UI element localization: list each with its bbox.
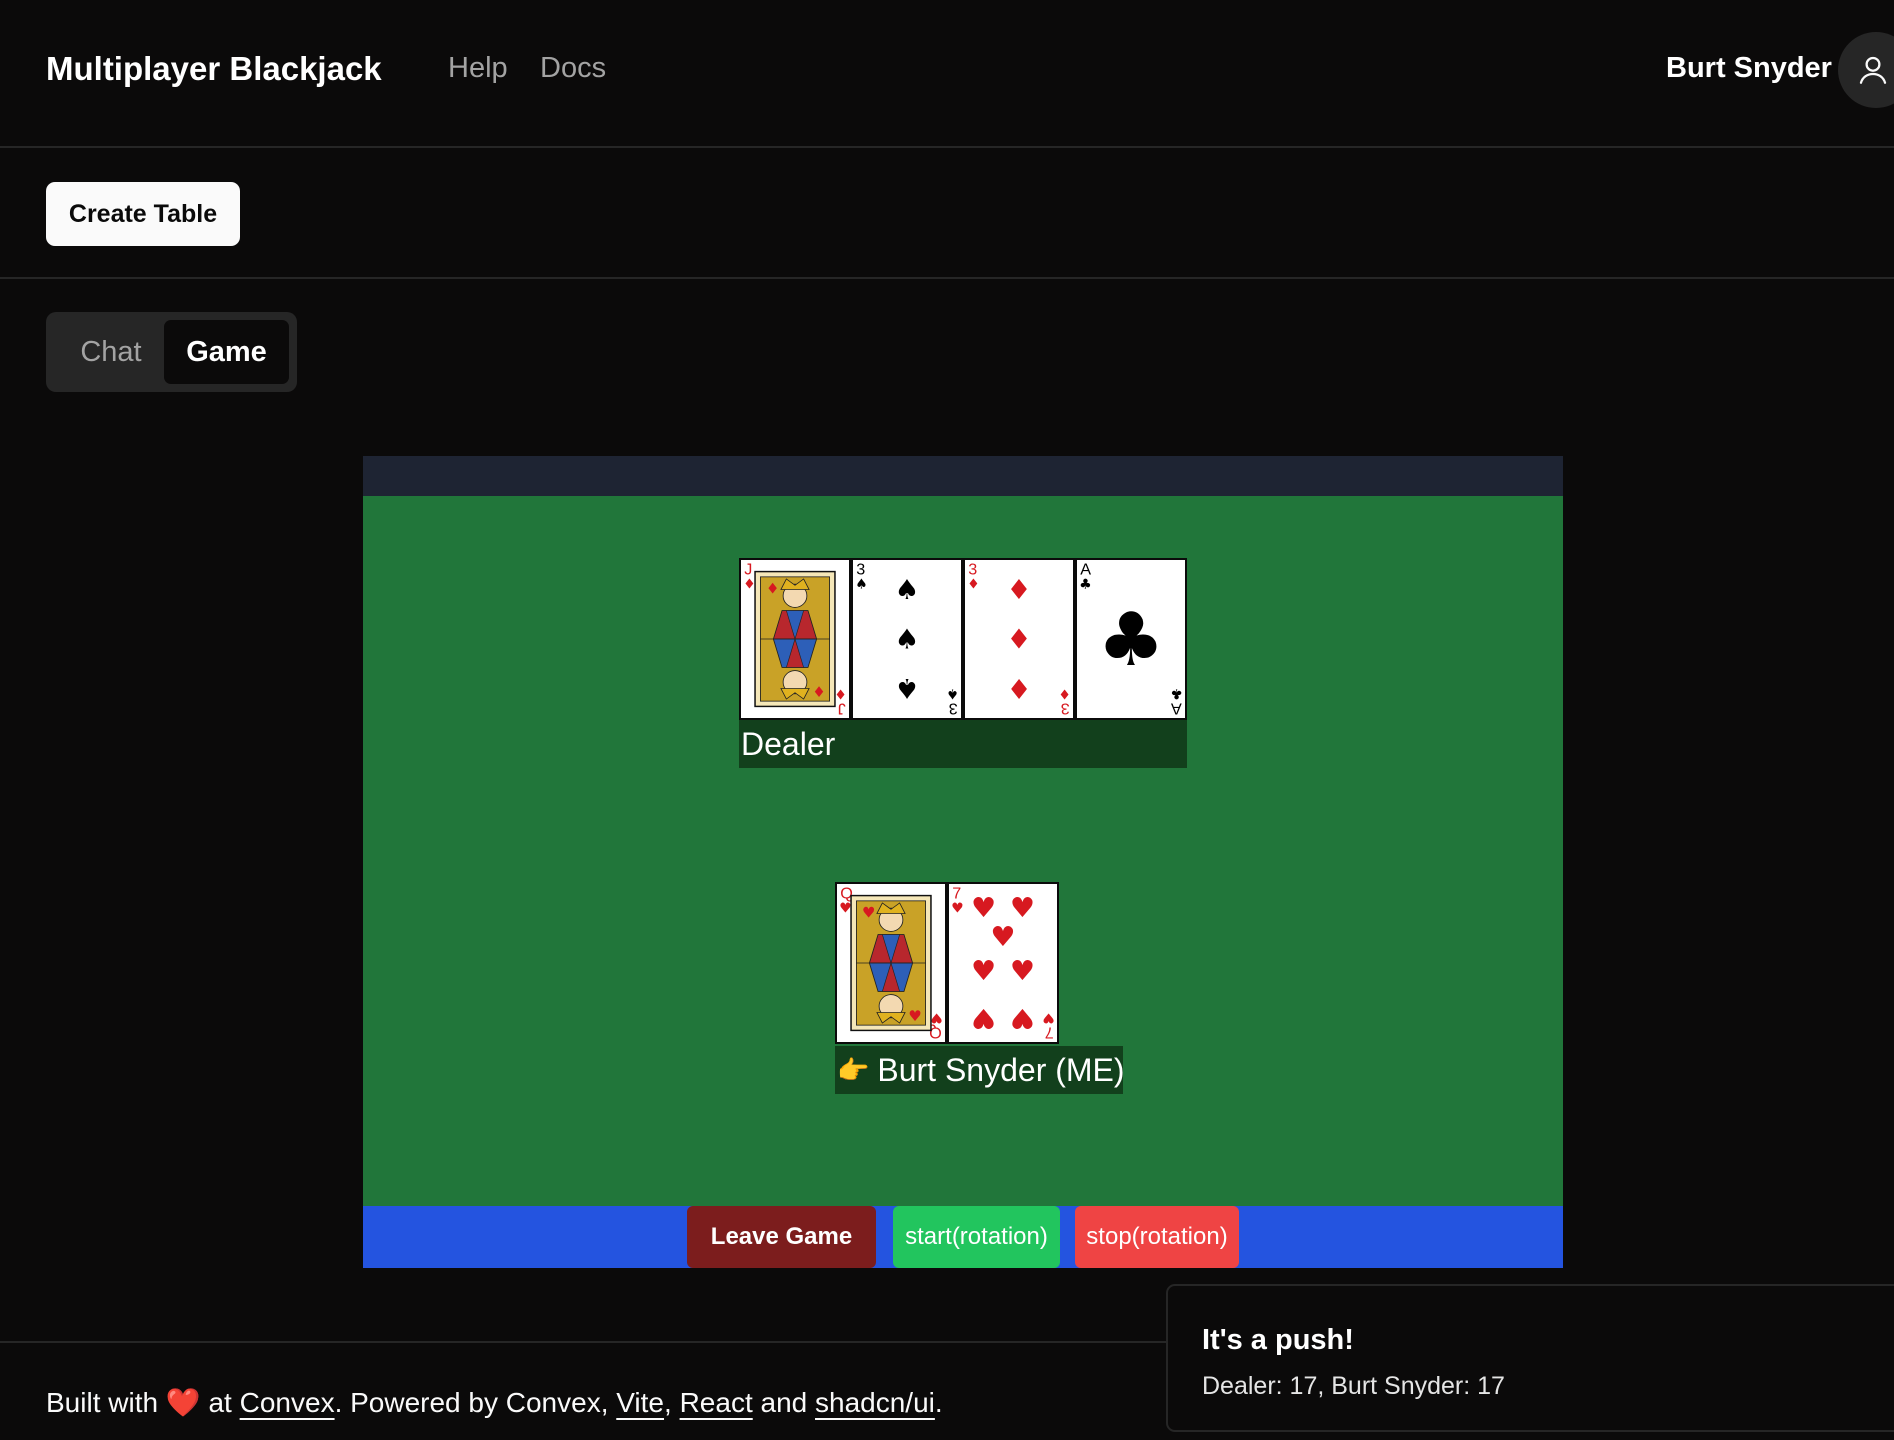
view-tabs: Chat Game [46,312,297,392]
heart-icon: ❤️ [165,1387,201,1418]
user-name: Burt Snyder [1666,52,1832,84]
svg-text:♣: ♣ [1097,597,1165,683]
svg-text:♥: ♥ [971,954,996,987]
svg-text:♥: ♥ [971,891,996,924]
footer-at: at [208,1387,232,1418]
pointing-hand-icon: 👉 [837,1054,870,1085]
tab-game[interactable]: Game [164,320,289,384]
svg-text:♥: ♥ [1010,954,1035,987]
svg-text:♦: ♦ [834,686,847,702]
dealer-card-4: A ♣ A ♣ ♣ [1075,558,1187,720]
footer-period: . [934,1387,943,1418]
app-title[interactable]: Multiplayer Blackjack [46,50,382,88]
svg-text:3: 3 [949,699,958,716]
svg-text:♦: ♦ [1006,573,1031,606]
nav-link-docs[interactable]: Docs [540,52,606,85]
svg-text:♦: ♦ [1006,623,1031,656]
game-controls-bar: Leave Game start(rotation) stop(rotation… [363,1206,1563,1268]
svg-text:♦: ♦ [1006,672,1031,705]
svg-text:♣: ♣ [1079,577,1092,593]
svg-text:♥: ♥ [971,1002,996,1035]
player-label: 👉 Burt Snyder (ME) [835,1046,1125,1094]
dealer-card-2: 3 ♠ 3 ♠ ♠ ♠ ♠ [851,558,963,720]
svg-text:♠: ♠ [894,573,919,606]
svg-text:♥: ♥ [839,901,852,917]
table-felt: J ♦ J ♦ ♦ ♦ 3 ♠ 3 ♠ ♠ ♠ ♠ 3 ♦ 3 ♦ ♦ ♦ ♦ A ♣ A ♣ ♣ Dealer Q ♥ Q ♥ ♥ ♥ 7… [363,496,1563,1206]
svg-text:♠: ♠ [855,577,868,593]
svg-text:♥: ♥ [862,904,876,922]
dealer-card-3: 3 ♦ 3 ♦ ♦ ♦ ♦ [963,558,1075,720]
toast-description: Dealer: 17, Burt Snyder: 17 [1202,1372,1505,1400]
game-board: J ♦ J ♦ ♦ ♦ 3 ♠ 3 ♠ ♠ ♠ ♠ 3 ♦ 3 ♦ ♦ ♦ ♦ A ♣ A ♣ ♣ Dealer Q ♥ Q ♥ ♥ ♥ 7… [363,456,1563,1268]
svg-text:♠: ♠ [894,623,919,656]
user-icon [1859,56,1887,84]
top-nav-bar: Multiplayer Blackjack Help Docs Burt Sny… [0,0,1894,148]
svg-text:7: 7 [1045,1023,1054,1040]
toast-title: It's a push! [1202,1324,1354,1356]
svg-text:♥: ♥ [1010,891,1035,924]
svg-text:3: 3 [1061,699,1070,716]
footer-powered-by: . Powered by Convex, [334,1387,609,1418]
footer-comma: , [664,1387,672,1418]
toolbar: Create Table [0,150,1894,279]
user-avatar-button[interactable] [1838,32,1894,108]
tab-chat[interactable]: Chat [54,320,168,384]
svg-text:♦: ♦ [766,580,780,598]
shadcn-link[interactable]: shadcn/ui [815,1387,935,1418]
leave-game-button[interactable]: Leave Game [687,1206,876,1268]
svg-text:♦: ♦ [743,577,756,593]
footer-and: and [760,1387,808,1418]
dealer-label: Dealer [739,720,1187,768]
svg-text:♥: ♥ [1042,1010,1055,1026]
footer: Built with ❤️ at Convex. Powered by Conv… [46,1386,943,1419]
game-header-bar [363,456,1563,496]
vite-link[interactable]: Vite [616,1387,664,1418]
create-table-button[interactable]: Create Table [46,182,240,246]
convex-link[interactable]: Convex [240,1387,335,1418]
stop-rotation-button[interactable]: stop(rotation) [1075,1206,1239,1268]
player-card-1: Q ♥ Q ♥ ♥ ♥ [835,882,947,1044]
svg-text:♥: ♥ [908,1007,922,1025]
svg-text:♥: ♥ [930,1010,943,1026]
dealer-card-1: J ♦ J ♦ ♦ ♦ [739,558,851,720]
svg-text:♦: ♦ [812,683,826,701]
svg-text:A: A [1171,699,1182,716]
svg-text:♠: ♠ [894,672,919,705]
dealer-hand: J ♦ J ♦ ♦ ♦ 3 ♠ 3 ♠ ♠ ♠ ♠ 3 ♦ 3 ♦ ♦ ♦ ♦ A ♣ A ♣ ♣ Dealer [739,558,1187,768]
svg-text:♥: ♥ [990,921,1015,954]
react-link[interactable]: React [680,1387,753,1418]
svg-text:J: J [838,699,846,716]
svg-text:♠: ♠ [946,686,959,702]
svg-text:♥: ♥ [951,901,964,917]
nav-link-help[interactable]: Help [448,52,508,85]
start-rotation-button[interactable]: start(rotation) [893,1206,1060,1268]
player-name: Burt Snyder (ME) [877,1051,1125,1088]
svg-text:♣: ♣ [1170,686,1183,702]
svg-text:♥: ♥ [1010,1002,1035,1035]
svg-text:♦: ♦ [1058,686,1071,702]
player-card-2: 7 ♥ 7 ♥ ♥ ♥ ♥ ♥ ♥ ♥ ♥ [947,882,1059,1044]
player-hand: Q ♥ Q ♥ ♥ ♥ 7 ♥ 7 ♥ ♥ ♥ ♥ ♥ ♥ ♥ ♥ 👉 Burt Snyder (ME) [835,882,1125,1094]
footer-built-with: Built with [46,1387,159,1418]
result-toast[interactable]: It's a push! Dealer: 17, Burt Snyder: 17 [1166,1284,1894,1432]
svg-text:♦: ♦ [967,577,980,593]
